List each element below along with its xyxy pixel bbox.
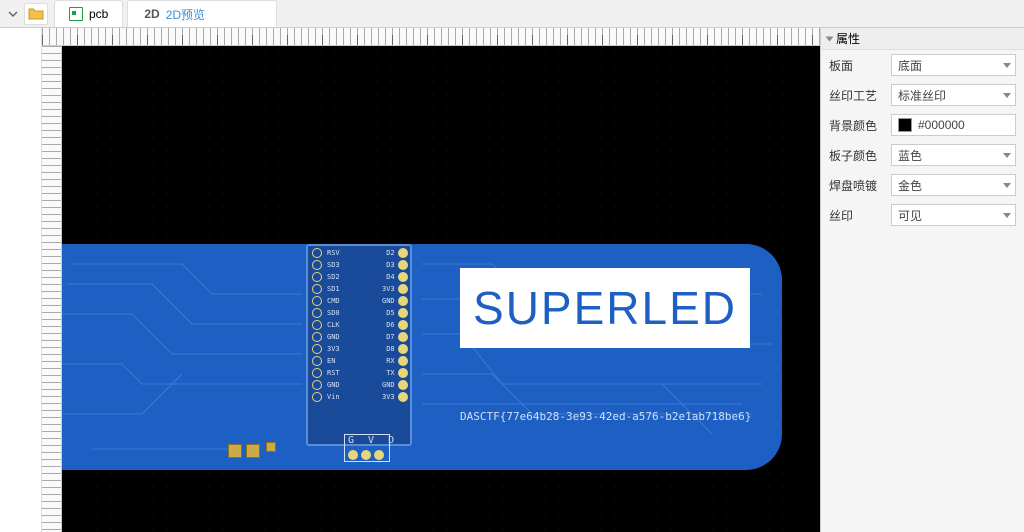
pin-labels-left: RSV SD3 SD2 SD1 CMD SD0 CLK GND 3V3 EN R… xyxy=(327,247,340,403)
canvas-wrap: RSV SD3 SD2 SD1 CMD SD0 CLK GND 3V3 EN R… xyxy=(42,28,820,532)
pcb-canvas[interactable]: RSV SD3 SD2 SD1 CMD SD0 CLK GND 3V3 EN R… xyxy=(62,46,820,532)
tab-pcb-label: pcb xyxy=(89,7,108,21)
prop-pad-label: 焊盘喷镀 xyxy=(829,177,891,194)
prop-silk: 丝印工艺 标准丝印 xyxy=(821,80,1024,110)
tab-pcb[interactable]: pcb xyxy=(54,0,123,27)
tab-2d-preview[interactable]: 2D 2D预览 xyxy=(127,0,277,27)
pin-labels-right: D2 D3 D4 3V3 GND D5 D6 D7 D8 RX TX GND 3… xyxy=(382,247,395,403)
gvd-label: G V D xyxy=(348,435,398,446)
flag-text: DASCTF{77e64b28-3e93-42ed-a576-b2e1ab718… xyxy=(460,410,751,423)
properties-panel: 属性 板面 底面 丝印工艺 标准丝印 背景颜色 #000000 板子颜色 蓝色 … xyxy=(820,28,1024,532)
properties-header[interactable]: 属性 xyxy=(821,28,1024,50)
gold-pad-3 xyxy=(266,442,276,452)
triangle-icon xyxy=(826,36,834,41)
prop-silkv-label: 丝印 xyxy=(829,207,891,224)
prop-pad-select[interactable]: 金色 xyxy=(891,174,1016,196)
prop-side-label: 板面 xyxy=(829,57,891,74)
color-swatch xyxy=(898,118,912,132)
pads-left xyxy=(312,248,322,404)
pads-right xyxy=(398,248,408,404)
prop-pad: 焊盘喷镀 金色 xyxy=(821,170,1024,200)
gvd-pads xyxy=(348,450,384,460)
prop-silkv: 丝印 可见 xyxy=(821,200,1024,230)
prop-bg-input[interactable]: #000000 xyxy=(891,114,1016,136)
prop-silkv-select[interactable]: 可见 xyxy=(891,204,1016,226)
gold-pad-2 xyxy=(246,444,260,458)
left-gutter xyxy=(0,28,42,532)
superled-text: SUPERLED xyxy=(473,281,737,335)
properties-title: 属性 xyxy=(836,30,860,47)
prop-silk-label: 丝印工艺 xyxy=(829,87,891,104)
vertical-ruler xyxy=(42,46,62,532)
prop-side-select[interactable]: 底面 xyxy=(891,54,1016,76)
prop-bg-label: 背景颜色 xyxy=(829,117,891,134)
pcb-icon xyxy=(69,7,83,21)
prop-board-label: 板子颜色 xyxy=(829,147,891,164)
prop-board: 板子颜色 蓝色 xyxy=(821,140,1024,170)
tab-2d-title: 2D预览 xyxy=(166,6,205,23)
prop-bg: 背景颜色 #000000 xyxy=(821,110,1024,140)
horizontal-ruler xyxy=(42,28,820,46)
gold-pad-1 xyxy=(228,444,242,458)
prop-side: 板面 底面 xyxy=(821,50,1024,80)
superled-silkscreen: SUPERLED xyxy=(460,268,750,348)
prop-board-select[interactable]: 蓝色 xyxy=(891,144,1016,166)
pcb-board: RSV SD3 SD2 SD1 CMD SD0 CLK GND 3V3 EN R… xyxy=(62,244,782,470)
tab-bar: pcb 2D 2D预览 xyxy=(0,0,1024,28)
tab-2d-badge: 2D xyxy=(144,7,159,21)
main-area: RSV SD3 SD2 SD1 CMD SD0 CLK GND 3V3 EN R… xyxy=(0,28,1024,532)
prop-silk-select[interactable]: 标准丝印 xyxy=(891,84,1016,106)
folder-button[interactable] xyxy=(24,3,48,25)
chevron-down-icon[interactable] xyxy=(4,5,22,23)
